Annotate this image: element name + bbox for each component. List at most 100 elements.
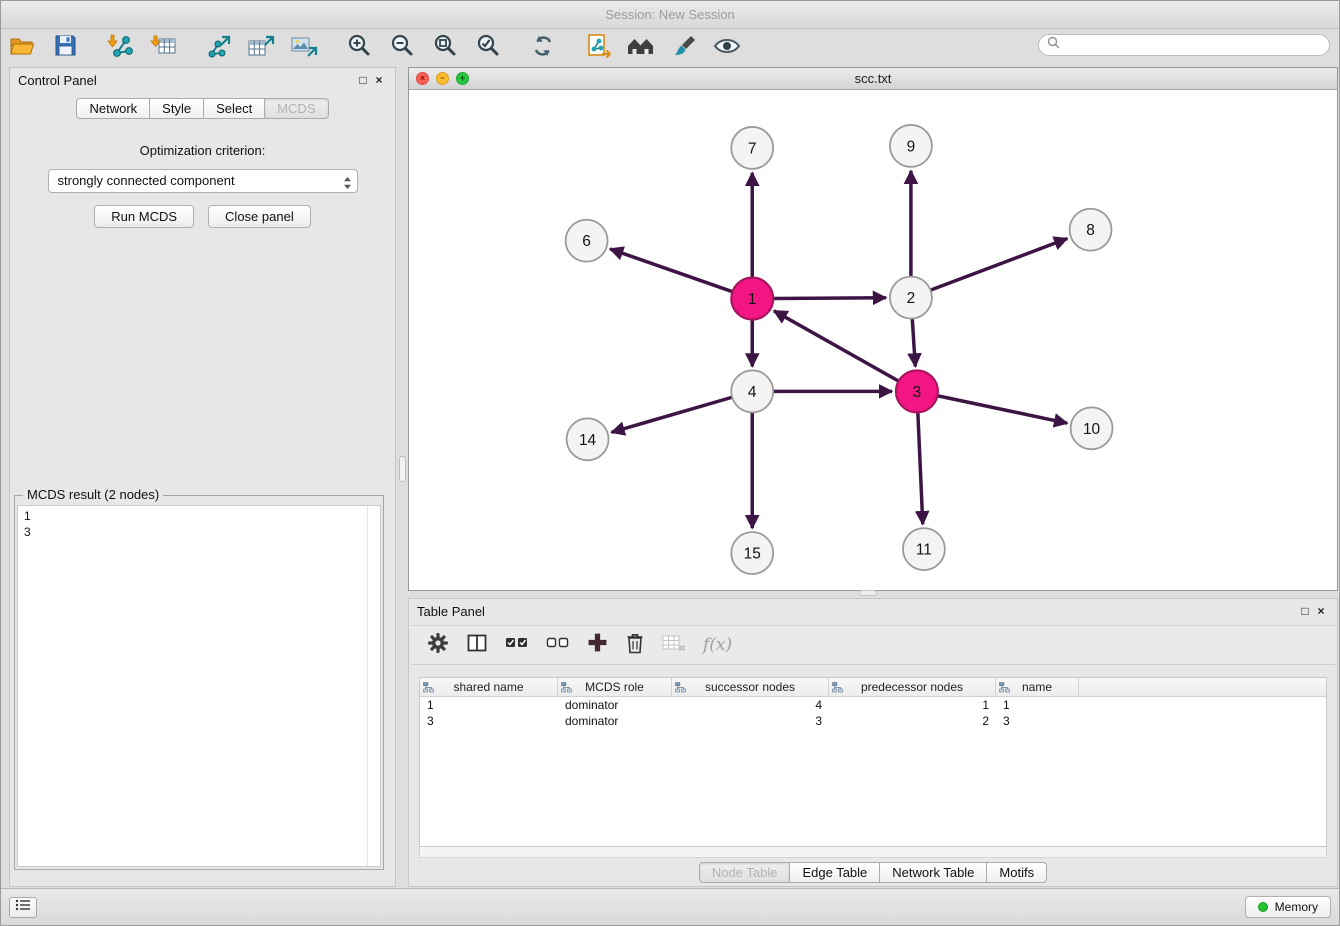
- table-row[interactable]: 3dominator323: [420, 713, 1326, 729]
- graph-node-1[interactable]: 1: [731, 278, 773, 320]
- graph-node-10[interactable]: 10: [1071, 407, 1113, 449]
- graph-node-8[interactable]: 8: [1070, 209, 1112, 251]
- column-label: name: [1022, 680, 1052, 694]
- table-panel-close-button[interactable]: ×: [1313, 603, 1329, 619]
- tab-node-table[interactable]: Node Table: [699, 862, 791, 883]
- paintbrush-icon: [671, 34, 697, 63]
- export-table-button[interactable]: [246, 32, 276, 64]
- svg-text:3: 3: [913, 384, 922, 401]
- edge-4-14[interactable]: [612, 397, 733, 432]
- control-panel-float-button[interactable]: □: [355, 72, 371, 88]
- cell-shared-name: 1: [420, 697, 558, 713]
- horizontal-splitter-handle[interactable]: [859, 590, 877, 596]
- zoom-fit-button[interactable]: [430, 32, 460, 64]
- graph-node-3[interactable]: 3: [896, 370, 938, 412]
- open-folder-icon: [9, 34, 35, 63]
- function-builder-button[interactable]: f(x): [703, 635, 732, 655]
- open-session-button[interactable]: [7, 32, 37, 64]
- table-settings-button[interactable]: [427, 632, 449, 659]
- home-icon: [626, 34, 656, 63]
- edge-3-1[interactable]: [774, 311, 899, 381]
- edge-2-8[interactable]: [931, 239, 1068, 291]
- mcds-result-list[interactable]: 13: [17, 505, 381, 867]
- minimize-button[interactable]: −: [436, 72, 449, 85]
- column-header-successor-nodes[interactable]: successor nodes: [672, 678, 829, 696]
- graph-node-7[interactable]: 7: [731, 127, 773, 169]
- deselect-all-button[interactable]: [546, 634, 570, 656]
- search-field[interactable]: [1038, 34, 1330, 56]
- export-network-button[interactable]: [203, 32, 233, 64]
- tab-edge-table[interactable]: Edge Table: [790, 862, 880, 883]
- table-panel-float-button[interactable]: □: [1297, 603, 1313, 619]
- search-icon: [1047, 36, 1060, 54]
- tab-style[interactable]: Style: [150, 98, 204, 119]
- graph-node-4[interactable]: 4: [731, 370, 773, 412]
- edge-1-2[interactable]: [773, 298, 886, 299]
- network-window-titlebar[interactable]: × − + scc.txt: [409, 68, 1337, 90]
- clone-network-button[interactable]: [583, 32, 613, 64]
- edge-1-6[interactable]: [610, 249, 732, 292]
- search-input[interactable]: [1065, 38, 1321, 52]
- select-all-button[interactable]: [505, 634, 529, 656]
- svg-text:15: 15: [744, 546, 761, 563]
- import-table-button[interactable]: [148, 32, 178, 64]
- close-button[interactable]: ×: [416, 72, 429, 85]
- tab-network-table[interactable]: Network Table: [880, 862, 987, 883]
- memory-button[interactable]: Memory: [1245, 896, 1331, 918]
- add-column-button[interactable]: [587, 632, 608, 658]
- graph-node-6[interactable]: 6: [566, 220, 608, 262]
- export-image-button[interactable]: [289, 32, 319, 64]
- delete-column-button[interactable]: [625, 632, 645, 659]
- column-header-predecessor-nodes[interactable]: predecessor nodes: [829, 678, 996, 696]
- edge-3-10[interactable]: [937, 396, 1067, 423]
- svg-text:9: 9: [907, 138, 916, 155]
- tab-network[interactable]: Network: [76, 98, 150, 119]
- graph-node-11[interactable]: 11: [903, 528, 945, 570]
- plus-icon: [587, 632, 608, 658]
- split-view-button[interactable]: [466, 632, 488, 659]
- cell-predecessor-nodes: 2: [829, 713, 996, 729]
- graph-node-14[interactable]: 14: [567, 418, 609, 460]
- column-type-icon: [423, 682, 434, 696]
- vertical-splitter-handle[interactable]: [399, 456, 406, 482]
- import-network-button[interactable]: [105, 32, 135, 64]
- home-button[interactable]: [626, 32, 656, 64]
- zoom-out-button[interactable]: [387, 32, 417, 64]
- edge-3-11[interactable]: [918, 412, 923, 524]
- column-header-name[interactable]: name: [996, 678, 1079, 696]
- column-header-shared-name[interactable]: shared name: [420, 678, 558, 696]
- graph-node-15[interactable]: 15: [731, 532, 773, 574]
- table-horizontal-scrollbar[interactable]: [419, 847, 1327, 858]
- graph-node-2[interactable]: 2: [890, 277, 932, 319]
- clone-network-icon: [585, 33, 611, 64]
- network-svg[interactable]: 7 9 6 8 1 2 4 3 14 10 15 11: [409, 90, 1337, 590]
- close-panel-button[interactable]: Close panel: [208, 205, 311, 228]
- apply-style-button[interactable]: [669, 32, 699, 64]
- network-canvas[interactable]: 7 9 6 8 1 2 4 3 14 10 15 11: [409, 90, 1337, 590]
- table-row[interactable]: 1dominator411: [420, 697, 1326, 713]
- tab-motifs[interactable]: Motifs: [987, 862, 1047, 883]
- show-graphics-details-button[interactable]: [712, 32, 742, 64]
- criterion-select[interactable]: strongly connected component: [48, 169, 358, 193]
- panel-menu-button[interactable]: [9, 897, 37, 918]
- zoom-selected-button[interactable]: [473, 32, 503, 64]
- zoom-button[interactable]: +: [456, 72, 469, 85]
- column-header-MCDS-role[interactable]: MCDS role: [558, 678, 672, 696]
- criterion-selected-value: strongly connected component: [58, 173, 235, 188]
- save-session-button[interactable]: [50, 32, 80, 64]
- export-network-icon: [204, 33, 232, 64]
- tab-select[interactable]: Select: [204, 98, 265, 119]
- tab-mcds[interactable]: MCDS: [265, 98, 328, 119]
- refresh-button[interactable]: [528, 32, 558, 64]
- edge-2-3[interactable]: [912, 319, 915, 367]
- control-panel-tabs: NetworkStyleSelectMCDS: [10, 98, 395, 119]
- zoom-in-button[interactable]: [344, 32, 374, 64]
- deselect-all-icon: [546, 634, 570, 656]
- fx-icon: f(x): [703, 635, 732, 655]
- network-window-title: scc.txt: [855, 71, 892, 86]
- graph-node-9[interactable]: 9: [890, 125, 932, 167]
- control-panel-close-button[interactable]: ×: [371, 72, 387, 88]
- column-label: MCDS role: [585, 680, 644, 694]
- column-label: shared name: [453, 680, 523, 694]
- run-mcds-button[interactable]: Run MCDS: [94, 205, 194, 228]
